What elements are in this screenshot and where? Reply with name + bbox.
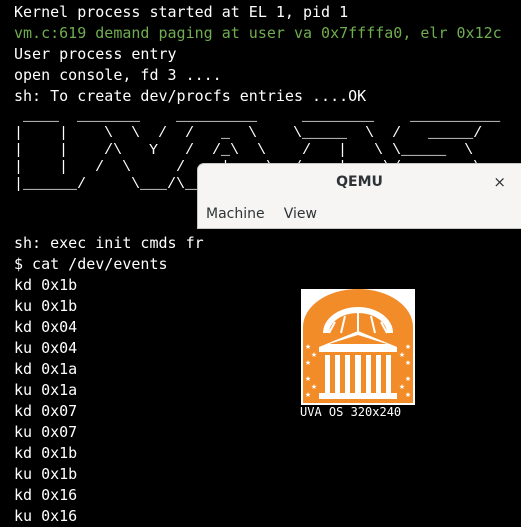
svg-text:★: ★: [399, 351, 405, 359]
close-icon[interactable]: ×: [493, 164, 506, 200]
svg-text:★: ★: [305, 375, 311, 383]
shell-prompt-line: $ cat /dev/events: [14, 255, 168, 273]
display-caption: UVA OS 320x240: [300, 405, 402, 419]
terminal-line: Kernel process started at EL 1, pid 1: [14, 3, 349, 21]
svg-text:★: ★: [405, 343, 411, 351]
terminal-line: User process entry: [14, 45, 177, 63]
event-line: kd 0x1a: [14, 360, 78, 378]
event-line: ku 0x1b: [14, 465, 78, 483]
event-line: ku 0x1a: [14, 381, 78, 399]
qemu-window-title: QEMU: [336, 174, 383, 190]
svg-text:★: ★: [305, 359, 311, 367]
terminal-line-warning: vm.c:619 demand paging at user va 0x7fff…: [14, 24, 502, 42]
event-line: kd 0x1b: [14, 444, 78, 462]
menu-machine[interactable]: Machine: [206, 202, 265, 226]
qemu-window[interactable]: QEMU × Machine View: [198, 164, 521, 228]
uva-rotunda-logo-icon: ★★★★ ★★★★ ★★★★: [301, 289, 415, 405]
exec-line: sh: exec init cmds fr: [14, 234, 204, 252]
event-line: ku 0x07: [14, 423, 78, 441]
event-line: kd 0x16: [14, 486, 78, 504]
svg-text:★: ★: [399, 383, 405, 391]
svg-text:★: ★: [405, 375, 411, 383]
event-line: kd 0x04: [14, 318, 78, 336]
svg-text:★: ★: [305, 391, 311, 399]
event-line: ku 0x04: [14, 339, 78, 357]
svg-text:★: ★: [311, 383, 317, 391]
svg-text:★: ★: [305, 343, 311, 351]
svg-text:★: ★: [311, 351, 317, 359]
event-line: kd 0x1b: [14, 276, 78, 294]
menu-view[interactable]: View: [284, 202, 317, 226]
terminal-screen: Kernel process started at EL 1, pid 1 vm…: [0, 0, 521, 525]
svg-text:★: ★: [405, 391, 411, 399]
qemu-menubar: Machine View: [198, 202, 317, 226]
event-line: kd 0x07: [14, 402, 78, 420]
event-line: ku 0x1b: [14, 297, 78, 315]
terminal-line: open console, fd 3 ....: [14, 66, 222, 84]
svg-text:★: ★: [405, 359, 411, 367]
terminal-line: sh: To create dev/procfs entries ....OK: [14, 87, 367, 105]
